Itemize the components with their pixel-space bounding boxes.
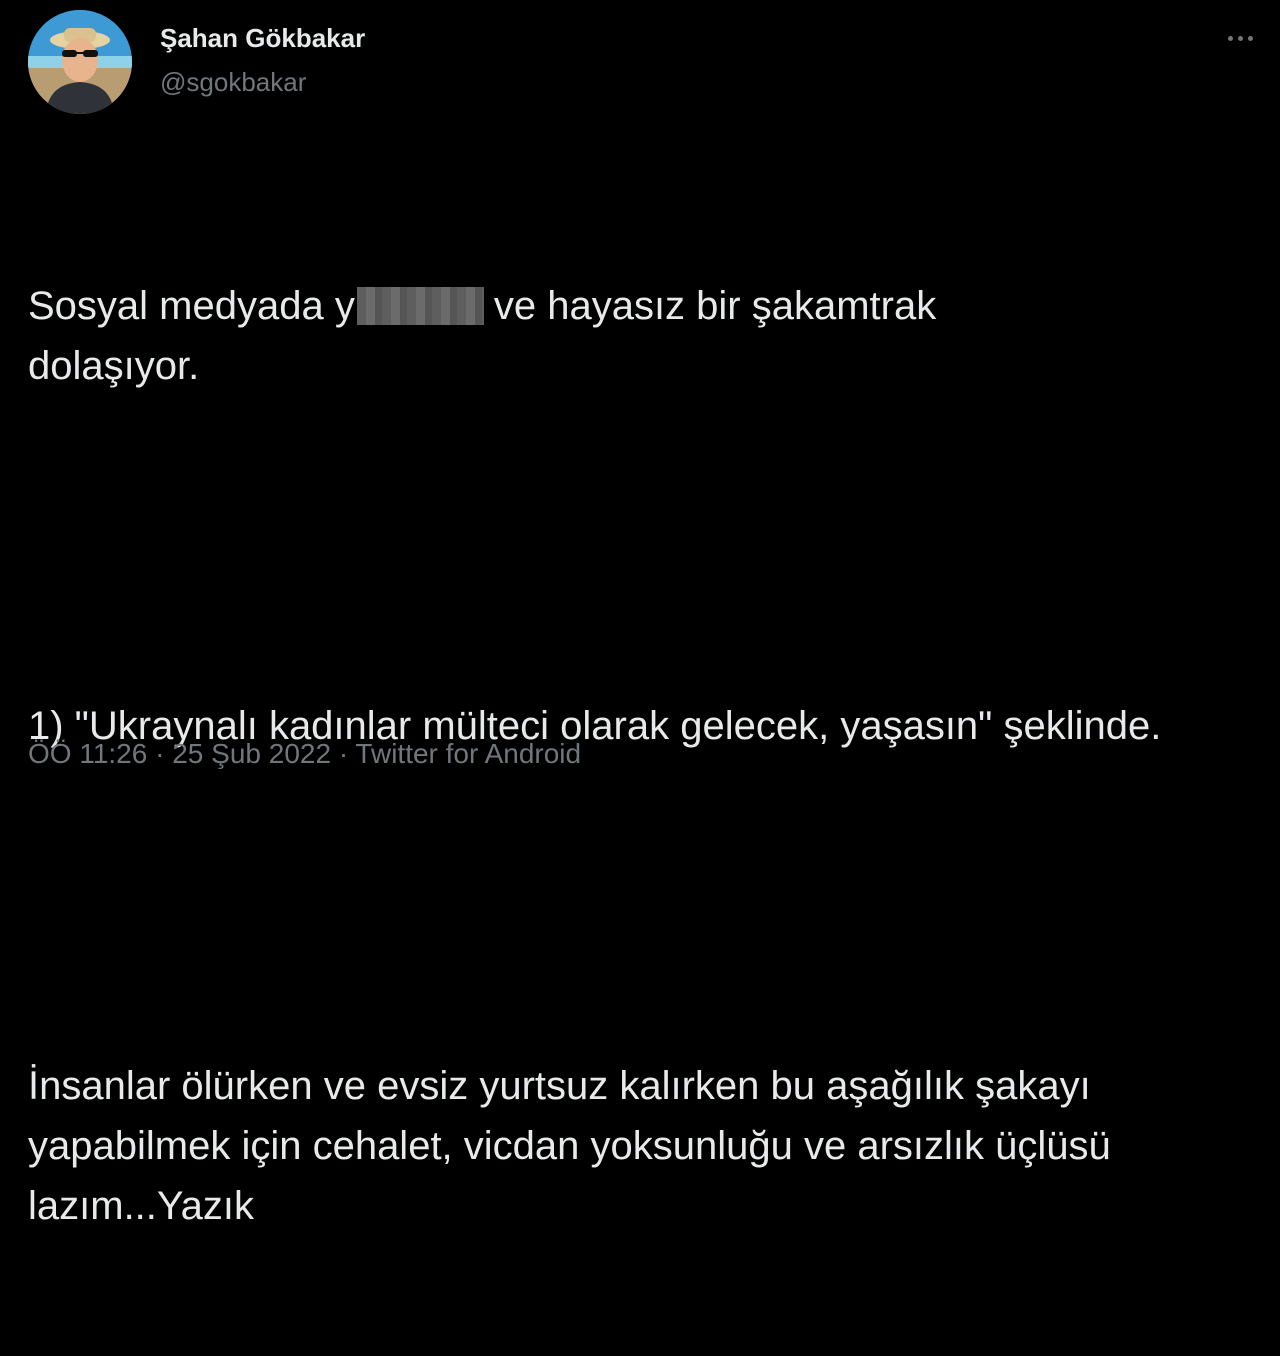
tweet-source[interactable]: Twitter for Android <box>355 738 581 769</box>
meta-separator: · <box>155 738 165 769</box>
more-horizontal-icon <box>1227 35 1233 41</box>
censored-word-blur <box>356 287 484 325</box>
more-horizontal-icon-dot <box>1247 35 1253 41</box>
tweet-date[interactable]: 25 Şub 2022 <box>172 738 331 769</box>
author-handle[interactable]: @sgokbakar <box>160 66 365 98</box>
tweet-paragraph-3: İnsanlar ölürken ve evsiz yurtsuz kalırk… <box>28 1064 1122 1228</box>
meta-separator: · <box>338 738 349 769</box>
author-block: Şahan Gökbakar @sgokbakar <box>160 22 365 98</box>
more-options-button[interactable] <box>1220 26 1260 50</box>
tweet-card: Şahan Gökbakar @sgokbakar Sosyal medyada… <box>0 0 1280 1228</box>
tweet-line-2: dolaşıyor. <box>28 344 200 388</box>
more-horizontal-icon-dot <box>1237 35 1243 41</box>
tweet-line-1-end: ve hayasız bir şakamtrak <box>493 284 937 328</box>
author-name[interactable]: Şahan Gökbakar <box>160 22 365 54</box>
user-avatar[interactable] <box>28 10 132 114</box>
tweet-paragraph-1: Sosyal medyada y ve hayasız bir şakamtrak… <box>28 276 1258 396</box>
tweet-line-1-start: Sosyal medyada y <box>28 284 355 328</box>
tweet-meta: ÖÖ 11:26 · 25 Şub 2022 · Twitter for And… <box>28 736 581 772</box>
tweet-time[interactable]: ÖÖ 11:26 <box>28 738 147 769</box>
